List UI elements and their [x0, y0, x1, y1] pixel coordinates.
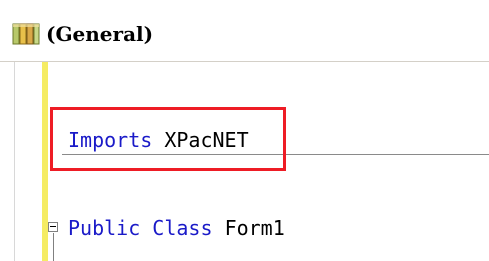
- class-declaration[interactable]: Public Class Form1: [68, 216, 285, 240]
- navigation-bar: (General): [0, 0, 489, 62]
- annotation-highlight-box: [50, 107, 286, 171]
- object-dropdown[interactable]: (General): [12, 16, 489, 52]
- collapse-toggle-icon[interactable]: [48, 222, 58, 232]
- class-members-icon: [12, 22, 40, 46]
- outline-guide-line: [53, 233, 54, 261]
- object-dropdown-value: (General): [46, 22, 154, 46]
- class-keyword: Class: [152, 216, 213, 240]
- gutter-divider: [14, 62, 15, 261]
- code-editor-window: (General) Imports XPacNET Public Class F…: [0, 0, 489, 261]
- editor-gutter: [0, 62, 40, 261]
- public-keyword: Public: [68, 216, 141, 240]
- class-name: Form1: [224, 216, 285, 240]
